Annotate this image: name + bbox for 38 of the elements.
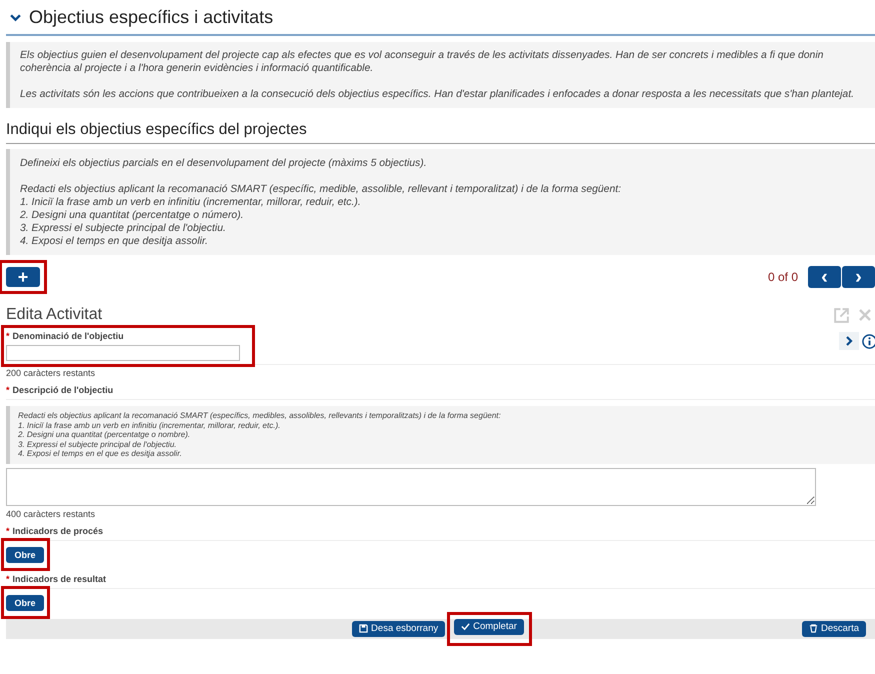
save-icon [359,624,368,634]
external-link-icon[interactable] [833,306,850,324]
field-label: Denominació de l'objectiu [12,331,124,341]
required-mark: * [6,574,10,584]
footer-button[interactable]: Descarta [802,620,866,637]
trash-icon [808,624,818,634]
open-button[interactable]: Obre [6,546,44,563]
character-count: 200 caràcters restants [6,368,96,378]
info-text: Redacti els objectius aplicant la recomanació SMART (específics, medibles, assolibles, rellevants i temporalitzats) i de la forma següent: 1. Iniciï la frase amb un verb en infinitiu (incrementar, millorar, reduir, etc.). 2. Designi una quantitat (percentatge o nombre). 3. Expressi el subjecte principal de l'objectiu. 4. Exposi el temps en el que es desitja assolir. [18,411,502,459]
required-mark: * [6,331,10,341]
info-icon[interactable] [862,334,875,348]
check-icon [461,622,470,632]
footer-button[interactable]: Desa esborrany [352,620,446,637]
section-title: Objectius específics i activitats [29,7,274,28]
character-count: 400 caràcters restants [6,508,96,519]
close-icon[interactable] [859,309,871,321]
next-button[interactable]: › [842,266,875,288]
pager-count: 0 of 0 [768,270,798,284]
footer-button[interactable]: Completar [454,618,524,635]
chevron-right-icon [844,336,854,346]
expand-button[interactable] [839,332,859,350]
required-mark: * [6,526,10,536]
open-button[interactable]: Obre [6,594,44,611]
info-text: Redacti els objectius aplicant la recomanació SMART (específic, medible, assolible, rellevant i temporalitzat) i de la forma següent: 1. Iniciï la frase amb un verb en infinitiu (incrementar, millorar, reduir, etc.). 2. Designi una quantitat (percentatge o número). 3. Expressi el subjecte principal de l'objectiu. 4. Exposi el temps en que desitja assolir. [20,183,622,248]
field-label: Descripció de l'objectiu [12,385,114,395]
info-text: Les activitats són les accions que contribueixen a la consecució dels objectius específics. Han d'estar planificades i enfocades a donar resposta a les necessitats que s'han plantejat. [20,88,855,101]
editor-title: Edita Activitat [6,306,102,324]
add-button[interactable]: + [6,267,40,287]
field-label: Indicadors de procés [12,526,104,536]
field-label: Indicadors de resultat [12,574,106,584]
subsection-title: Indiqui els objectius específics del projectes [6,121,307,138]
info-text: Els objectius guien el desenvolupament del projecte cap als efectes que es vol aconseguir a través de les activitats dissenyades. Han de ser concrets i medibles a fi que donin coherència al projecte i a l'hora generin evidències i informació quantificable. [20,49,824,75]
text-area[interactable] [6,468,816,506]
previous-button[interactable]: ‹ [808,266,841,288]
required-mark: * [6,385,10,395]
input-field[interactable] [6,345,240,361]
info-text: Defineixi els objectius parcials en el desenvolupament del projecte (màxims 5 objectius). [20,157,428,170]
chevron-icon[interactable] [10,12,21,23]
